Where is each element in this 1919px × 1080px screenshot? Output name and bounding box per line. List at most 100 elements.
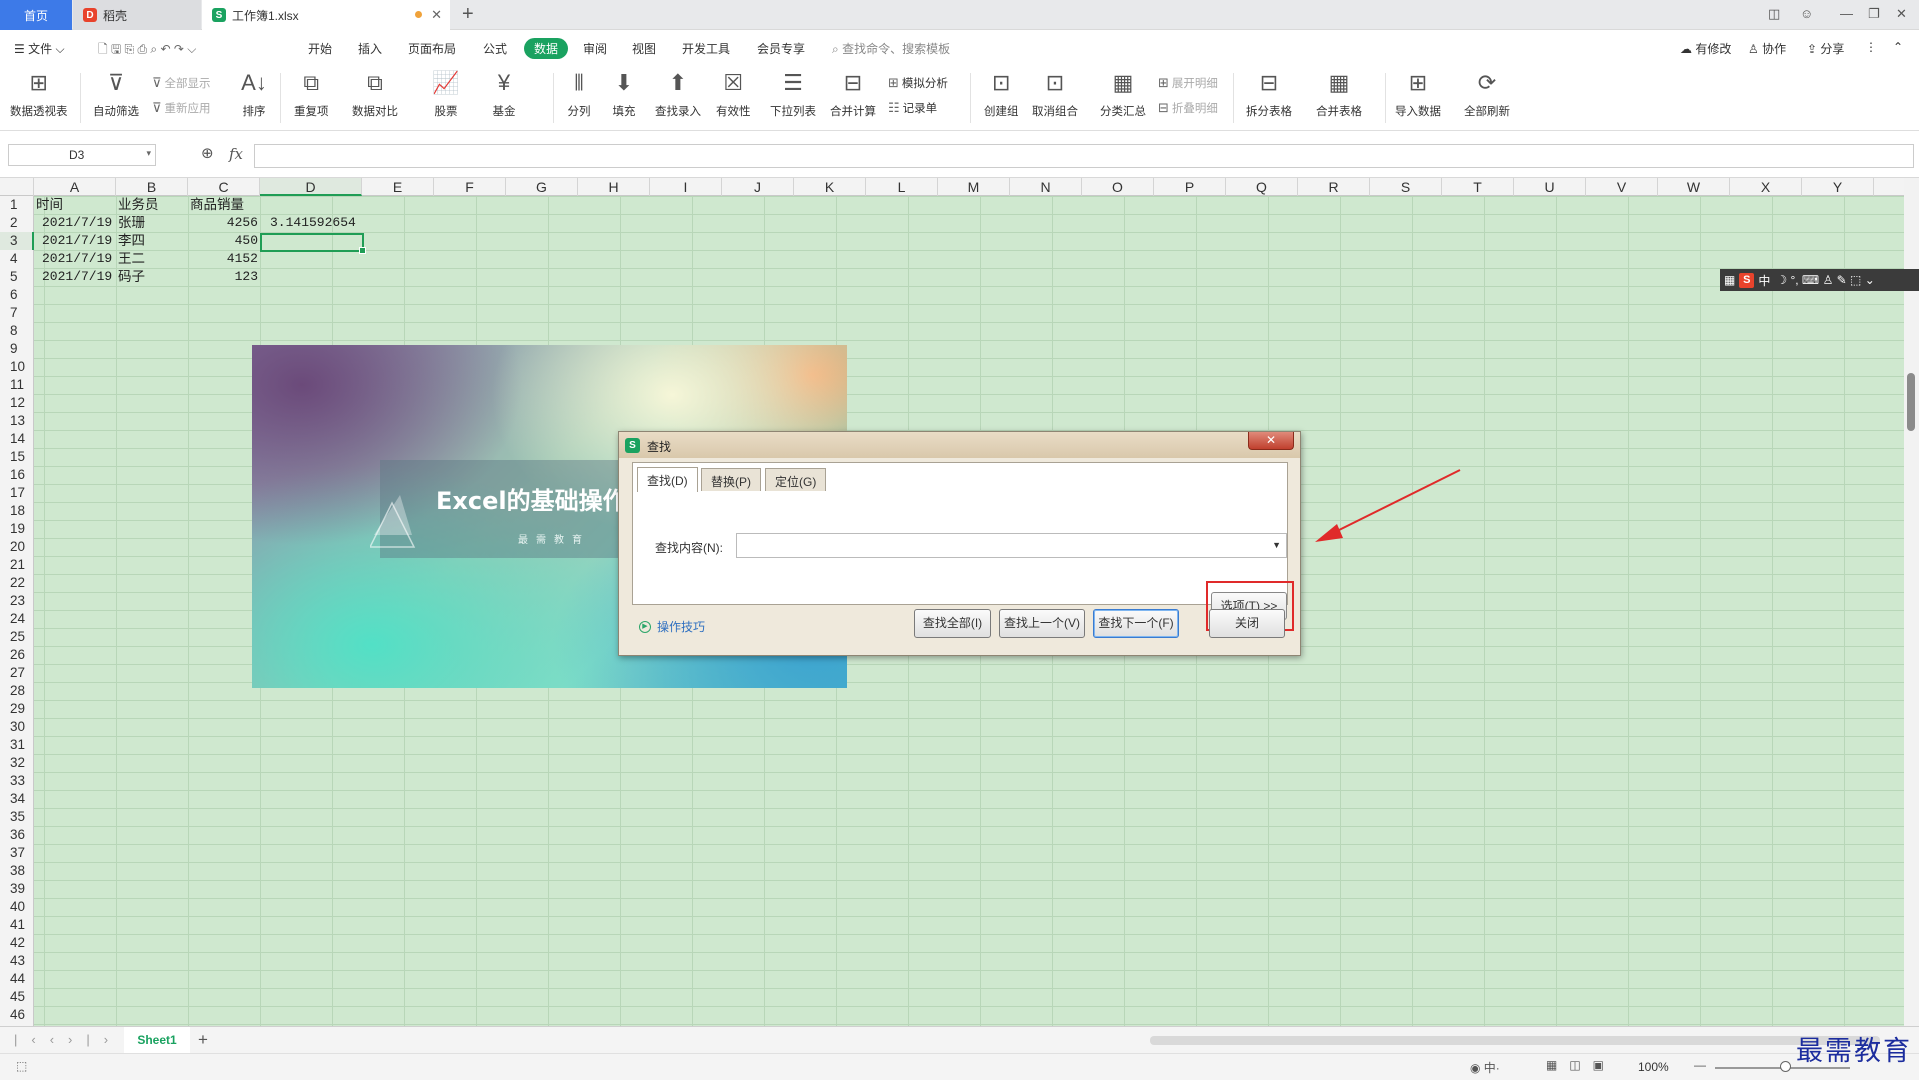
row-header[interactable]: 33 bbox=[0, 772, 34, 790]
row-header[interactable]: 23 bbox=[0, 592, 34, 610]
tab-goto[interactable]: 定位(G) bbox=[765, 468, 827, 491]
zoom-knob[interactable] bbox=[1780, 1061, 1791, 1072]
tips-link[interactable]: ▶ 操作技巧 bbox=[639, 618, 705, 635]
row-header[interactable]: 22 bbox=[0, 574, 34, 592]
row-header[interactable]: 18 bbox=[0, 502, 34, 520]
col-header[interactable]: T bbox=[1442, 178, 1514, 196]
row-header[interactable]: 20 bbox=[0, 538, 34, 556]
cell-C3[interactable]: 450 bbox=[190, 232, 258, 250]
share-button[interactable]: ⇪ 分享 bbox=[1807, 40, 1844, 57]
sheet-tab-sheet1[interactable]: Sheet1 bbox=[124, 1027, 190, 1053]
find-content-input[interactable]: ▼ bbox=[736, 533, 1287, 558]
record-form-button[interactable]: ☷ 记录单 bbox=[888, 100, 937, 116]
ime-lang[interactable]: 中 bbox=[1758, 272, 1770, 289]
col-header[interactable]: K bbox=[794, 178, 866, 196]
close-icon[interactable]: ✕ bbox=[1248, 432, 1294, 450]
menu-view[interactable]: 视图 bbox=[632, 40, 656, 57]
ime-toolbar[interactable]: ▦ S 中 ☽ °, ⌨ ♙ ✎ ⬚ ⌄ bbox=[1720, 269, 1919, 291]
collapse-ribbon-icon[interactable]: ⌃ bbox=[1893, 40, 1903, 54]
row-header[interactable]: 15 bbox=[0, 448, 34, 466]
tab-daoke[interactable]: D 稻壳 bbox=[73, 0, 201, 30]
add-sheet-icon[interactable]: + bbox=[198, 1030, 208, 1050]
menu-member[interactable]: 会员专享 bbox=[757, 40, 805, 57]
eye-protect-icon[interactable]: ◉ 中· bbox=[1470, 1059, 1500, 1076]
ungroup-button[interactable]: ⊡ 取消组合 bbox=[1032, 69, 1078, 119]
row-header[interactable]: 14 bbox=[0, 430, 34, 448]
ime-tools-icon[interactable]: ☽ °, ⌨ ♙ ✎ ⬚ ⌄ bbox=[1776, 273, 1874, 287]
has-changes-button[interactable]: ☁ 有修改 bbox=[1680, 40, 1731, 57]
row-header[interactable]: 29 bbox=[0, 700, 34, 718]
menu-insert[interactable]: 插入 bbox=[358, 40, 382, 57]
scroll-thumb[interactable] bbox=[1907, 373, 1915, 431]
cell-C1[interactable]: 商品销量 bbox=[190, 196, 244, 214]
menu-formula[interactable]: 公式 bbox=[483, 40, 507, 57]
menu-file[interactable]: ☰ 文件 ⌵ bbox=[14, 40, 65, 57]
menu-review[interactable]: 审阅 bbox=[583, 40, 607, 57]
merge-table-button[interactable]: ▦ 合并表格 bbox=[1316, 69, 1362, 119]
avatar[interactable]: ☺ bbox=[1800, 6, 1813, 21]
sheet-nav-icons[interactable]: |‹‹›|› bbox=[14, 1032, 122, 1047]
new-tab-button[interactable]: + bbox=[462, 3, 474, 26]
tab-find[interactable]: 查找(D) bbox=[637, 467, 698, 492]
menu-data[interactable]: 数据 bbox=[524, 38, 569, 59]
col-header[interactable]: R bbox=[1298, 178, 1370, 196]
minimize-button[interactable]: — bbox=[1840, 6, 1853, 21]
selected-cell-D3[interactable] bbox=[260, 233, 366, 254]
consolidate-button[interactable]: ⊟ 合并计算 bbox=[830, 69, 876, 119]
row-header[interactable]: 2 bbox=[0, 214, 34, 232]
close-window-button[interactable]: ✕ bbox=[1896, 6, 1907, 22]
row-header[interactable]: 40 bbox=[0, 898, 34, 916]
autofilter-button[interactable]: ⊽ 自动筛选 bbox=[93, 69, 139, 119]
col-header[interactable]: U bbox=[1514, 178, 1586, 196]
tab-replace[interactable]: 替换(P) bbox=[701, 468, 761, 491]
col-header[interactable]: J bbox=[722, 178, 794, 196]
dropdown-arrow-icon[interactable]: ▼ bbox=[1272, 540, 1281, 550]
expand-detail-button[interactable]: ⊞ 展开明细 bbox=[1158, 75, 1218, 91]
cell-B4[interactable]: 王二 bbox=[118, 250, 145, 268]
col-header[interactable]: O bbox=[1082, 178, 1154, 196]
col-header[interactable]: B bbox=[116, 178, 188, 196]
cell-A2[interactable]: 2021/7/19 bbox=[42, 214, 112, 232]
sort-button[interactable]: A↓ 排序 bbox=[240, 69, 268, 119]
row-header[interactable]: 31 bbox=[0, 736, 34, 754]
find-next-button[interactable]: 查找下一个(F) bbox=[1093, 609, 1179, 638]
macro-icon[interactable]: ⬚ bbox=[16, 1059, 27, 1073]
zoom-out-icon[interactable]: — bbox=[1694, 1058, 1706, 1072]
row-header[interactable]: 3 bbox=[0, 232, 34, 250]
import-data-button[interactable]: ⊞ 导入数据 bbox=[1395, 69, 1441, 119]
col-header[interactable]: H bbox=[578, 178, 650, 196]
vertical-scrollbar[interactable] bbox=[1904, 178, 1919, 1026]
row-header[interactable]: 13 bbox=[0, 412, 34, 430]
zoom-level[interactable]: 100% bbox=[1638, 1060, 1669, 1074]
col-header[interactable]: C bbox=[188, 178, 260, 196]
view-mode-icons[interactable]: ▦◫▣ bbox=[1546, 1058, 1616, 1072]
whatif-button[interactable]: ⊞ 模拟分析 bbox=[888, 75, 948, 91]
row-header[interactable]: 44 bbox=[0, 970, 34, 988]
col-header[interactable]: V bbox=[1586, 178, 1658, 196]
fx-button[interactable]: fx bbox=[229, 145, 243, 163]
row-header[interactable]: 7 bbox=[0, 304, 34, 322]
create-group-button[interactable]: ⊡ 创建组 bbox=[984, 69, 1019, 119]
cell-D2[interactable]: 3.141592654 bbox=[270, 214, 356, 232]
row-header[interactable]: 28 bbox=[0, 682, 34, 700]
cell-C5[interactable]: 123 bbox=[190, 268, 258, 286]
row-header[interactable]: 39 bbox=[0, 880, 34, 898]
col-header[interactable]: P bbox=[1154, 178, 1226, 196]
col-header[interactable]: I bbox=[650, 178, 722, 196]
stock-button[interactable]: 📈 股票 bbox=[432, 69, 460, 119]
cell-A1[interactable]: 时间 bbox=[36, 196, 63, 214]
find-all-button[interactable]: 查找全部(I) bbox=[914, 609, 991, 638]
dialog-titlebar[interactable]: S 查找 ✕ bbox=[619, 432, 1300, 458]
row-header[interactable]: 43 bbox=[0, 952, 34, 970]
row-header[interactable]: 17 bbox=[0, 484, 34, 502]
restore-button[interactable]: ❐ bbox=[1868, 6, 1880, 22]
split-column-button[interactable]: ⫴ 分列 bbox=[565, 69, 593, 119]
cell-C4[interactable]: 4152 bbox=[190, 250, 258, 268]
row-header[interactable]: 46 bbox=[0, 1006, 34, 1024]
dropdown-list-button[interactable]: ☰ 下拉列表 bbox=[770, 69, 816, 119]
row-header[interactable]: 32 bbox=[0, 754, 34, 772]
col-header[interactable]: W bbox=[1658, 178, 1730, 196]
data-compare-button[interactable]: ⧉ 数据对比 bbox=[352, 69, 398, 119]
command-search[interactable]: ⌕ 查找命令、搜索模板 bbox=[832, 40, 950, 57]
select-all-corner[interactable] bbox=[0, 178, 34, 196]
